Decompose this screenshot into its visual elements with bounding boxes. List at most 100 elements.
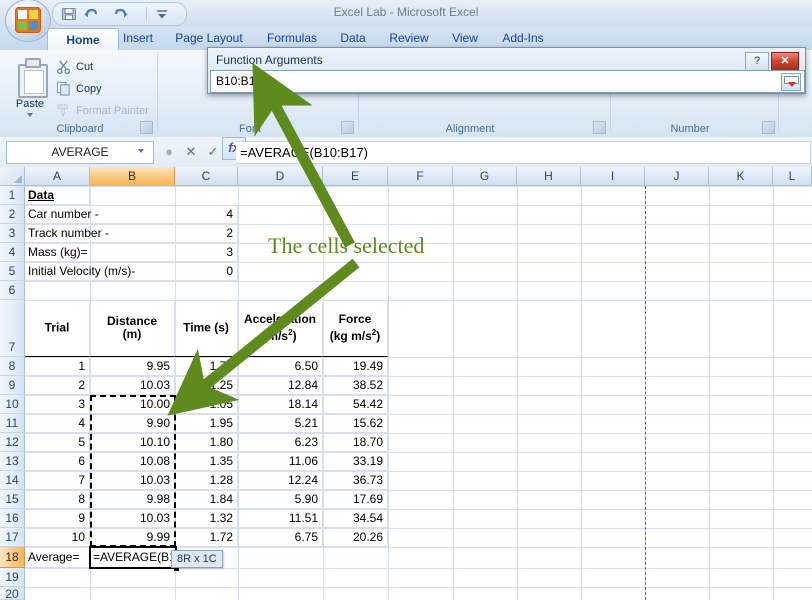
save-icon[interactable]: [61, 6, 77, 22]
row-header-6[interactable]: 6: [0, 281, 25, 300]
cell-force-row15[interactable]: 17.69: [323, 490, 388, 509]
office-button[interactable]: [5, 0, 51, 42]
cancel-formula-icon[interactable]: ✕: [180, 141, 202, 162]
row-header-12[interactable]: 12: [0, 433, 25, 452]
cell-force-row9[interactable]: 38.52: [323, 376, 388, 395]
column-header-C[interactable]: C: [175, 167, 238, 186]
cell-trial-row14[interactable]: 7: [25, 471, 90, 490]
cell-accel-row16[interactable]: 11.51: [238, 509, 323, 528]
select-all-corner[interactable]: [0, 167, 25, 186]
redo-icon[interactable]: [113, 6, 129, 22]
row-header-5[interactable]: 5: [0, 262, 25, 281]
cell-trial-row12[interactable]: 5: [25, 433, 90, 452]
cell-distance-row15[interactable]: 9.98: [90, 490, 175, 509]
alignment-dialog-launcher[interactable]: [593, 121, 606, 134]
cell-force-row16[interactable]: 34.54: [323, 509, 388, 528]
column-header-D[interactable]: D: [238, 167, 323, 186]
cell-B18[interactable]: =AVERAGE(B1: [90, 547, 175, 568]
cell-distance-row17[interactable]: 9.99: [90, 528, 175, 547]
cell-C3[interactable]: 2: [175, 224, 238, 243]
customize-qat-icon[interactable]: [154, 6, 170, 22]
paste-button-label[interactable]: Paste: [10, 98, 50, 110]
cell-trial-row9[interactable]: 2: [25, 376, 90, 395]
cell-force-row8[interactable]: 19.49: [323, 357, 388, 376]
cell-trial-row17[interactable]: 10: [25, 528, 90, 547]
cell-time-row9[interactable]: 1.25: [175, 376, 238, 395]
column-header-B[interactable]: B: [90, 167, 175, 186]
cell-accel-row11[interactable]: 5.21: [238, 414, 323, 433]
column-header-J[interactable]: J: [645, 167, 709, 186]
cell-trial-row11[interactable]: 4: [25, 414, 90, 433]
row-header-14[interactable]: 14: [0, 471, 25, 490]
row-header-4[interactable]: 4: [0, 243, 25, 262]
name-box-dropdown-icon[interactable]: [138, 149, 144, 153]
table-header-distance[interactable]: Distance (m): [90, 300, 175, 357]
dialog-close-button[interactable]: ✕: [771, 52, 799, 71]
cell-accel-row9[interactable]: 12.84: [238, 376, 323, 395]
row-header-9[interactable]: 9: [0, 376, 25, 395]
cut-icon[interactable]: [56, 59, 71, 77]
copy-icon[interactable]: [56, 81, 71, 99]
name-box[interactable]: AVERAGE: [6, 141, 154, 164]
cell-A18[interactable]: Average=: [25, 547, 90, 568]
column-header-L[interactable]: L: [773, 167, 812, 186]
row-header-1[interactable]: 1: [0, 186, 25, 205]
cell-distance-row14[interactable]: 10.03: [90, 471, 175, 490]
cell-C5[interactable]: 0: [175, 262, 238, 281]
column-header-I[interactable]: I: [581, 167, 645, 186]
cell-distance-row8[interactable]: 9.95: [90, 357, 175, 376]
cell-force-row13[interactable]: 33.19: [323, 452, 388, 471]
cell-trial-row8[interactable]: 1: [25, 357, 90, 376]
cell-trial-row15[interactable]: 8: [25, 490, 90, 509]
row-header-10[interactable]: 10: [0, 395, 25, 414]
column-header-G[interactable]: G: [453, 167, 517, 186]
clipboard-dialog-launcher[interactable]: [140, 121, 153, 134]
column-header-E[interactable]: E: [323, 167, 388, 186]
row-header-13[interactable]: 13: [0, 452, 25, 471]
table-header-trial[interactable]: Trial: [25, 300, 90, 357]
cell-trial-row10[interactable]: 3: [25, 395, 90, 414]
column-header-H[interactable]: H: [517, 167, 581, 186]
undo-icon[interactable]: [83, 6, 99, 22]
cell-time-row8[interactable]: 1.77: [175, 357, 238, 376]
row-header-19[interactable]: 19: [0, 568, 25, 587]
column-header-F[interactable]: F: [388, 167, 453, 186]
cell-force-row11[interactable]: 15.62: [323, 414, 388, 433]
column-header-A[interactable]: A: [25, 167, 90, 186]
font-dialog-launcher[interactable]: [341, 121, 354, 134]
table-header-time[interactable]: Time (s): [175, 300, 238, 357]
cell-time-row14[interactable]: 1.28: [175, 471, 238, 490]
cell-A1[interactable]: Data: [25, 186, 90, 205]
cell-accel-row17[interactable]: 6.75: [238, 528, 323, 547]
cell-C4[interactable]: 3: [175, 243, 238, 262]
cell-force-row12[interactable]: 18.70: [323, 433, 388, 452]
row-header-2[interactable]: 2: [0, 205, 25, 224]
cell-time-row13[interactable]: 1.35: [175, 452, 238, 471]
row-header-3[interactable]: 3: [0, 224, 25, 243]
cell-distance-row9[interactable]: 10.03: [90, 376, 175, 395]
cell-time-row11[interactable]: 1.95: [175, 414, 238, 433]
dialog-help-button[interactable]: ?: [745, 52, 769, 71]
cell-accel-row12[interactable]: 6.23: [238, 433, 323, 452]
cell-A3[interactable]: Track number -: [25, 224, 175, 243]
row-header-17[interactable]: 17: [0, 528, 25, 547]
row-header-7[interactable]: 7: [0, 300, 25, 357]
cell-distance-row13[interactable]: 10.08: [90, 452, 175, 471]
cut-button[interactable]: Cut: [76, 61, 93, 73]
cell-time-row17[interactable]: 1.72: [175, 528, 238, 547]
cell-distance-row11[interactable]: 9.90: [90, 414, 175, 433]
enter-formula-icon[interactable]: ✓: [202, 141, 224, 162]
cell-C2[interactable]: 4: [175, 205, 238, 224]
cell-time-row10[interactable]: 1.05: [175, 395, 238, 414]
copy-button[interactable]: Copy: [76, 83, 102, 95]
cell-accel-row13[interactable]: 11.06: [238, 452, 323, 471]
number-dialog-launcher[interactable]: [762, 121, 775, 134]
row-header-16[interactable]: 16: [0, 509, 25, 528]
formula-input[interactable]: =AVERAGE(B10:B17): [236, 141, 811, 164]
cell-force-row10[interactable]: 54.42: [323, 395, 388, 414]
table-header-force[interactable]: Force (kg m/s2): [323, 300, 388, 357]
cell-force-row14[interactable]: 36.73: [323, 471, 388, 490]
cell-force-row17[interactable]: 20.26: [323, 528, 388, 547]
row-header-18[interactable]: 18: [0, 547, 25, 568]
cell-time-row16[interactable]: 1.32: [175, 509, 238, 528]
